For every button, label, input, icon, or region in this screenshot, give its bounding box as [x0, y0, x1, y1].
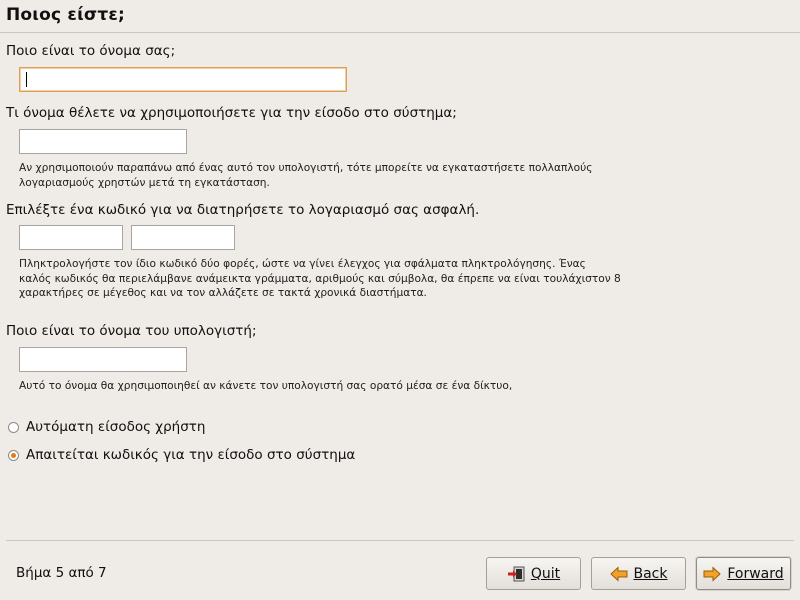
- password-input[interactable]: [19, 225, 123, 250]
- login-help-line-1: Αν χρησιμοποιούν παραπάνω από ένας αυτό …: [19, 162, 593, 174]
- back-button-label: Back: [633, 565, 668, 582]
- hostname-input[interactable]: [19, 347, 187, 372]
- hostname-help: Αυτό το όνομα θα χρησιμοποιηθεί αν κάνετ…: [19, 380, 513, 392]
- text-cursor: [26, 72, 27, 87]
- password-help-line-2: καλός κωδικός θα περιελάμβανε ανάμεικτα …: [19, 272, 621, 285]
- forward-button-label: Forward: [727, 565, 784, 582]
- autologin-radio-label: Αυτόματη είσοδος χρήστη: [26, 419, 206, 435]
- quit-button-label: Quit: [530, 565, 561, 582]
- hostname-label: Ποιο είναι το όνομα του υπολογιστή;: [6, 323, 257, 339]
- password-confirm-input[interactable]: [131, 225, 235, 250]
- arrow-right-icon: [703, 565, 722, 582]
- quit-button[interactable]: Quit: [486, 557, 581, 590]
- password-help-line-1: Πληκτρολογήστε τον ίδιο κωδικό δύο φορές…: [19, 258, 586, 270]
- login-name-label: Τι όνομα θέλετε να χρησιμοποιήσετε για τ…: [6, 105, 457, 121]
- password-help-line-3: χαρακτήρες σε μέγεθος και να τον αλλάζετ…: [19, 287, 427, 299]
- login-help-line-2: λογαριασμούς χρηστών μετά τη εγκατάσταση…: [19, 176, 270, 189]
- radio-selected-icon[interactable]: [8, 449, 19, 461]
- require-password-radio-option[interactable]: Απαιτείται κωδικός για την είσοδο στο σύ…: [8, 447, 355, 463]
- require-password-radio-label: Απαιτείται κωδικός για την είσοδο στο σύ…: [26, 447, 356, 463]
- full-name-input[interactable]: [19, 67, 347, 92]
- footer-divider: [6, 540, 794, 541]
- page-title: Ποιος είστε;: [6, 5, 126, 25]
- exit-icon: [507, 566, 525, 582]
- radio-unselected-icon[interactable]: [8, 421, 19, 433]
- step-indicator: Βήμα 5 από 7: [16, 565, 107, 581]
- header-divider: [0, 32, 800, 33]
- full-name-label: Ποιο είναι το όνομα σας;: [6, 43, 176, 59]
- forward-button[interactable]: Forward: [696, 557, 791, 590]
- autologin-radio-option[interactable]: Αυτόματη είσοδος χρήστη: [8, 419, 205, 435]
- back-button[interactable]: Back: [591, 557, 686, 590]
- arrow-left-icon: [609, 565, 628, 582]
- login-name-input[interactable]: [19, 129, 187, 154]
- password-label: Επιλέξτε ένα κωδικό για να διατηρήσετε τ…: [6, 202, 480, 218]
